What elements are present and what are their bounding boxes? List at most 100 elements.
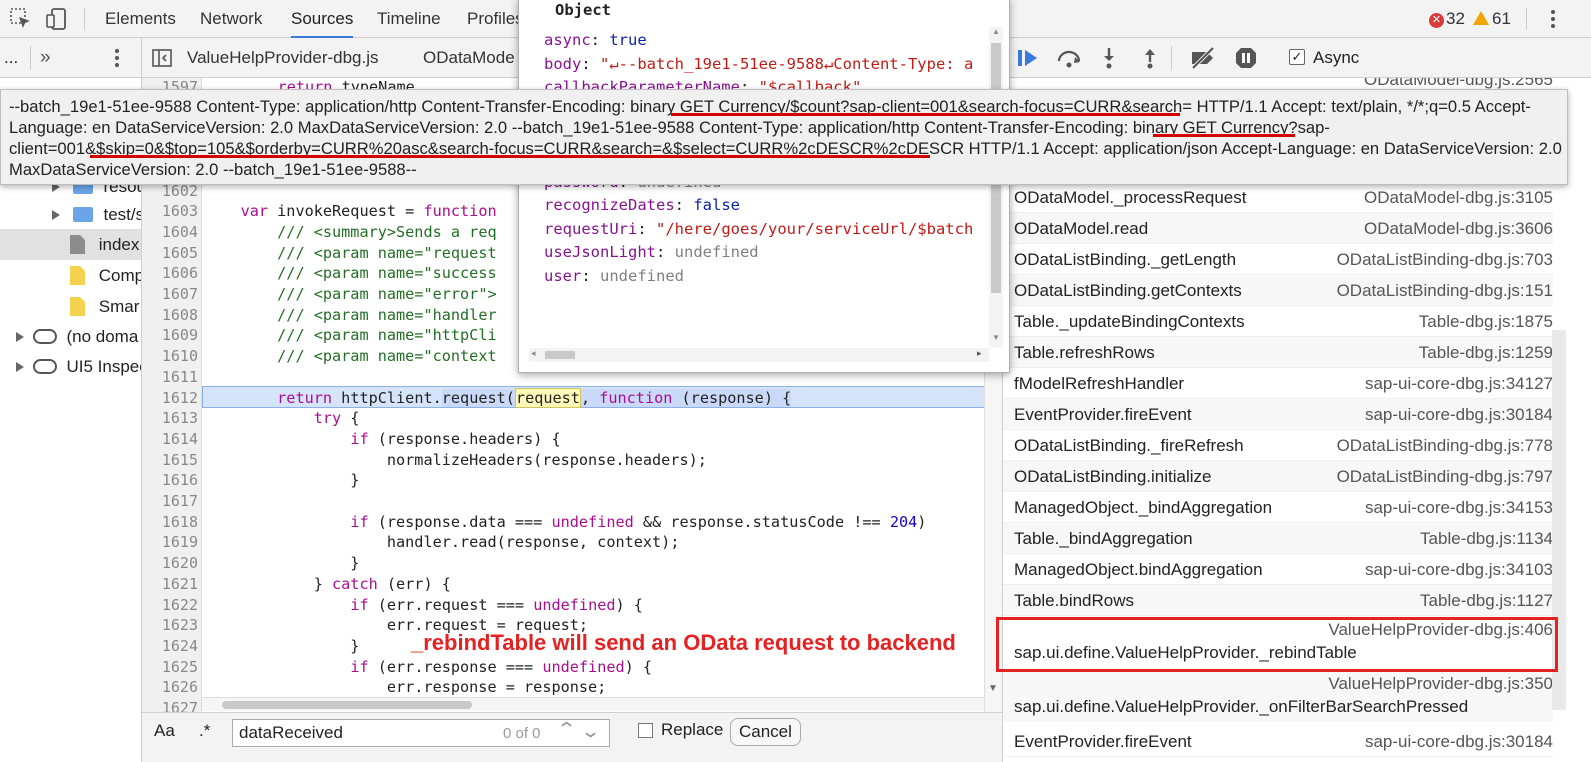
previous-match-icon[interactable]: ⌃ [556, 719, 577, 740]
more-tabs-icon[interactable]: » [40, 38, 51, 78]
line-number[interactable]: 1624 [142, 636, 198, 657]
line-number[interactable]: 1609 [142, 325, 198, 346]
call-frame[interactable]: ODataListBinding._fireRefresh ODataListBi… [1003, 430, 1553, 461]
scroll-down-icon[interactable]: ▼ [988, 683, 998, 694]
line-number[interactable]: 1621 [142, 574, 198, 595]
tab-profiles[interactable]: Profiles [467, 0, 524, 38]
line-number[interactable]: 1617 [142, 491, 198, 512]
line-number[interactable]: 1605 [142, 243, 198, 264]
line-number[interactable]: 1616 [142, 470, 198, 491]
next-match-icon[interactable]: ⌃ [580, 719, 601, 740]
error-count[interactable]: ✕ 32 [1429, 0, 1465, 38]
object-property-async[interactable]: async: true [544, 29, 647, 53]
line-number[interactable]: 1610 [142, 346, 198, 367]
device-mode-icon[interactable] [44, 6, 70, 32]
navigator-overflow[interactable]: ... [4, 38, 18, 78]
resume-icon[interactable] [1015, 46, 1041, 70]
line-number[interactable]: 1603 [142, 201, 198, 222]
expand-arrow-icon[interactable] [52, 210, 60, 220]
step-into-icon[interactable] [1099, 46, 1119, 70]
editor-tab-valuehelpprovider[interactable]: ValueHelpProvider-dbg.js [187, 38, 379, 78]
tree-item-no-domain[interactable]: (no doma [0, 321, 141, 352]
cancel-button[interactable]: Cancel [730, 718, 801, 746]
tree-item-comp[interactable]: Comp [0, 260, 141, 291]
line-number[interactable]: 1604 [142, 222, 198, 243]
pause-on-exceptions-icon[interactable] [1234, 46, 1258, 70]
call-frame[interactable]: ManagedObject.bindAggregation sap-ui-core… [1003, 554, 1553, 585]
call-frame[interactable]: ODataModel.read ODataModel-dbg.js:3606 [1003, 213, 1553, 244]
editor-tab-odatamodel[interactable]: ODataMode [423, 38, 515, 78]
line-number[interactable]: 1622 [142, 595, 198, 616]
scroll-right-icon[interactable]: ▸ [977, 348, 982, 359]
line-number[interactable]: 1623 [142, 615, 198, 636]
line-number[interactable]: 1611 [142, 367, 198, 388]
call-frame[interactable]: Table.refreshRows Table-dbg.js:1259 [1003, 337, 1553, 368]
tooltip-line-4: MaxDataServiceVersion: 2.0 --batch_19e1-… [9, 160, 417, 179]
search-input[interactable] [232, 719, 610, 747]
scrollbar-thumb[interactable] [222, 701, 472, 709]
line-number[interactable]: 1612 [142, 388, 198, 409]
navigator-menu-icon[interactable] [106, 46, 128, 70]
line-number[interactable]: 1613 [142, 408, 198, 429]
popover-horizontal-scrollbar[interactable]: ◂ ▸ [529, 348, 989, 362]
frame-location: sap-ui-core-dbg.js:30184 [1364, 732, 1553, 751]
call-frame[interactable]: ODataListBinding.getContexts ODataListBin… [1003, 275, 1553, 306]
scroll-up-icon[interactable]: ▲ [992, 27, 1000, 36]
match-case-toggle[interactable]: Aa [154, 721, 175, 741]
warning-count[interactable]: 61 [1473, 0, 1511, 38]
line-number[interactable]: 1607 [142, 284, 198, 305]
object-property-requestUri[interactable]: requestUri: "/here/goes/your/serviceUrl/… [544, 218, 973, 242]
frame-function: ManagedObject.bindAggregation [1014, 560, 1263, 579]
tab-elements[interactable]: Elements [105, 0, 176, 38]
tab-network[interactable]: Network [200, 0, 262, 38]
inspect-element-icon[interactable] [8, 6, 34, 32]
object-property-recognizeDates[interactable]: recognizeDates: false [544, 194, 740, 218]
expand-arrow-icon[interactable] [16, 332, 24, 342]
async-checkbox[interactable]: ✓ [1289, 49, 1305, 65]
step-out-icon[interactable] [1140, 46, 1160, 70]
call-frame[interactable]: fModelRefreshHandler sap-ui-core-dbg.js:3… [1003, 368, 1553, 399]
step-over-icon[interactable] [1055, 46, 1083, 70]
object-property-user[interactable]: user: undefined [544, 265, 684, 289]
more-options-icon[interactable] [1540, 6, 1566, 32]
red-underline [671, 113, 1180, 116]
line-number[interactable]: 1627 [142, 698, 198, 712]
tree-item-test[interactable]: test/s [0, 199, 141, 230]
scrollbar-thumb[interactable] [545, 351, 575, 359]
deactivate-breakpoints-icon[interactable] [1189, 46, 1217, 70]
tree-item-index[interactable]: index [0, 229, 141, 260]
expand-arrow-icon[interactable] [16, 362, 24, 372]
tree-item-smart[interactable]: Smar [0, 291, 141, 322]
line-number[interactable]: 1619 [142, 532, 198, 553]
line-number[interactable]: 1614 [142, 429, 198, 450]
scroll-left-icon[interactable]: ◂ [531, 348, 536, 359]
object-property-body[interactable]: body: "↵--batch_19e1-51ee-9588↵Content-T… [544, 53, 973, 77]
scroll-down-icon[interactable]: ▼ [992, 333, 1000, 342]
call-frame[interactable]: ODataModel._processRequest ODataModel-dbg… [1003, 182, 1553, 213]
code-horizontal-scrollbar[interactable] [202, 697, 984, 711]
popover-vertical-scrollbar[interactable]: ▲ ▼ [989, 27, 1003, 347]
call-frame[interactable]: ODataListBinding._getLength ODataListBind… [1003, 244, 1553, 275]
line-number[interactable]: 1608 [142, 305, 198, 326]
tab-timeline[interactable]: Timeline [377, 0, 441, 38]
tab-sources[interactable]: Sources [291, 0, 354, 38]
call-frame[interactable]: Table._updateBindingContexts Table-dbg.js… [1003, 306, 1553, 337]
line-number[interactable]: 1606 [142, 263, 198, 284]
call-frame[interactable]: ODataListBinding.initialize ODataListBind… [1003, 461, 1553, 492]
line-number[interactable]: 1615 [142, 450, 198, 471]
line-number[interactable]: 1620 [142, 553, 198, 574]
line-number[interactable]: 1625 [142, 657, 198, 678]
call-frame[interactable]: EventProvider.fireEvent sap-ui-core-dbg.j… [1003, 399, 1553, 430]
line-number[interactable]: 1618 [142, 512, 198, 533]
object-property-useJsonLight[interactable]: useJsonLight: undefined [544, 241, 759, 265]
call-frame[interactable]: ValueHelpProvider-dbg.js:350 sap.ui.defin… [1003, 670, 1553, 722]
call-frame[interactable]: ManagedObject._bindAggregation sap-ui-cor… [1003, 492, 1553, 523]
regex-toggle[interactable]: .* [199, 721, 210, 741]
replace-checkbox[interactable] [638, 723, 653, 738]
tree-item-ui5-inspector[interactable]: UI5 Inspec [0, 351, 141, 382]
call-frame[interactable]: Table._bindAggregation Table-dbg.js:1134 [1003, 523, 1553, 554]
call-frame[interactable]: EventProvider.fireEvent sap-ui-core-dbg.j… [1003, 726, 1553, 757]
toggle-navigator-icon[interactable] [151, 47, 173, 69]
line-number[interactable]: 1626 [142, 677, 198, 698]
call-frame[interactable]: Table.bindRows Table-dbg.js:1127 [1003, 585, 1553, 616]
